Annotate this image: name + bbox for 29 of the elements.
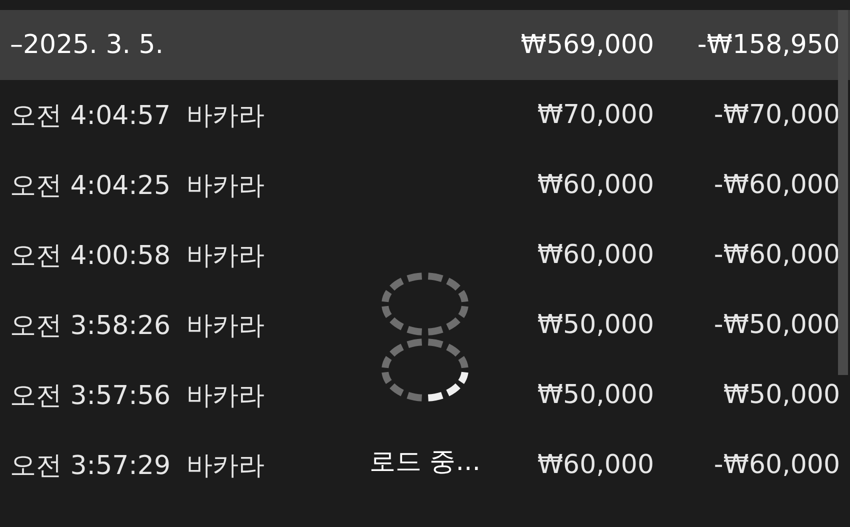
- row-net: -₩60,000: [712, 170, 840, 200]
- row-time: 오전 4:04:25: [10, 170, 170, 202]
- scrollbar[interactable]: [838, 10, 848, 375]
- row-time: 오전 3:57:56: [10, 380, 170, 412]
- row-amount: ₩60,000: [536, 170, 654, 200]
- row-game: 바카라: [186, 240, 264, 272]
- date-group-header[interactable]: –2025. 3. 5. ₩569,000 -₩158,950: [0, 10, 850, 80]
- row-game: 바카라: [186, 380, 264, 412]
- row-amount: ₩70,000: [536, 100, 654, 130]
- row-time: 오전 3:58:26: [10, 310, 170, 342]
- row-game: 바카라: [186, 310, 264, 342]
- row-net: -₩70,000: [712, 100, 840, 130]
- row-game: 바카라: [186, 100, 264, 132]
- row-time: 오전 3:57:29: [10, 450, 170, 482]
- row-game: 바카라: [186, 170, 264, 202]
- row-game: 바카라: [186, 450, 264, 482]
- row-amount: ₩50,000: [536, 380, 654, 410]
- row-net: -₩50,000: [712, 310, 840, 340]
- row-net: -₩60,000: [712, 240, 840, 270]
- group-net: -₩158,950: [696, 30, 840, 60]
- loading-spinner-icon: [379, 270, 471, 404]
- group-date: –2025. 3. 5.: [10, 30, 164, 60]
- row-amount: ₩50,000: [536, 310, 654, 340]
- group-amount: ₩569,000: [520, 30, 654, 60]
- row-net: -₩60,000: [712, 450, 840, 480]
- row-net: ₩50,000: [722, 380, 840, 410]
- row-time: 오전 4:04:57: [10, 100, 170, 132]
- row-amount: ₩60,000: [536, 240, 654, 270]
- row-time: 오전 4:00:58: [10, 240, 170, 272]
